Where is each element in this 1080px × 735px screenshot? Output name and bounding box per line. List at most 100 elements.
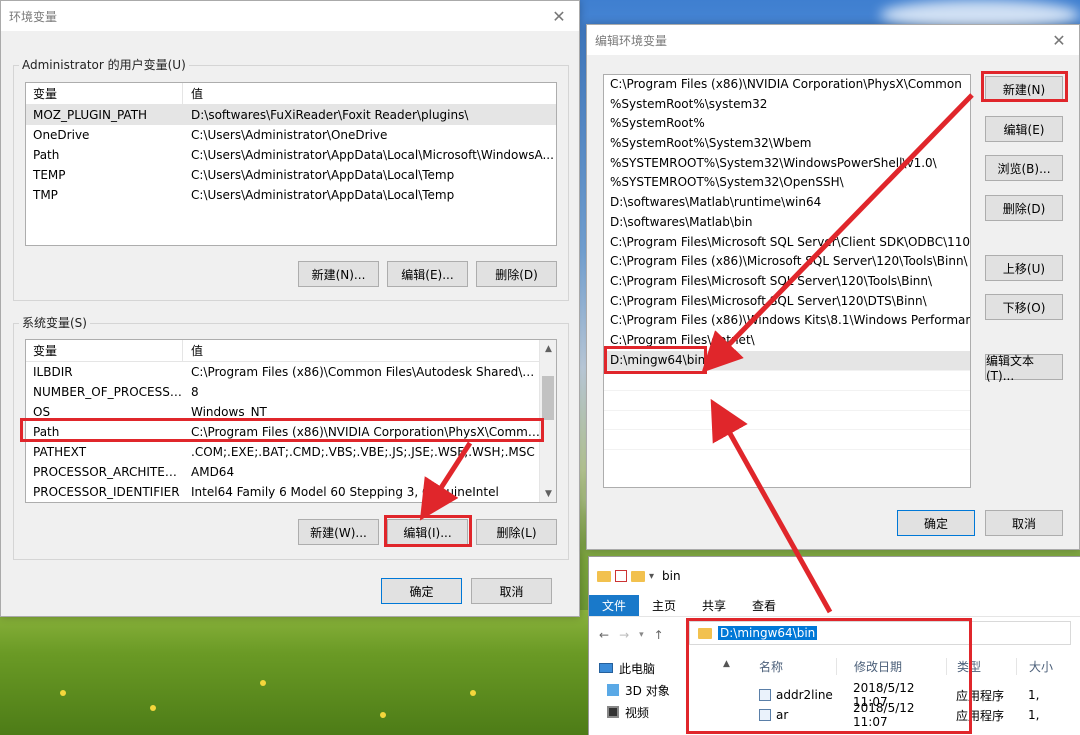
table-row[interactable]: PATHEXT .COM;.EXE;.BAT;.CMD;.VBS;.VBE;.J… (26, 442, 540, 462)
scrollbar-thumb[interactable] (542, 376, 554, 420)
path-entry[interactable]: C:\Program Files (x86)\NVIDIA Corporatio… (604, 75, 970, 95)
edit-text-button[interactable]: 编辑文本(T)... (985, 354, 1063, 383)
properties-icon[interactable] (615, 570, 627, 582)
table-row[interactable]: PROCESSOR_ARCHITECT... AMD64 (26, 462, 540, 482)
back-arrow-icon[interactable]: ← (599, 628, 609, 642)
file-size: 1, (1028, 708, 1040, 722)
system-new-button[interactable]: 新建(W)... (298, 519, 379, 545)
path-entry[interactable]: %SystemRoot%\system32 (604, 95, 970, 115)
variable-name: PROCESSOR_ARCHITECT... (33, 465, 183, 479)
move-down-button[interactable]: 下移(O) (985, 294, 1063, 320)
scroll-up-icon[interactable]: ▲ (540, 340, 556, 357)
variable-name: NUMBER_OF_PROCESSORS (33, 385, 183, 399)
nav-item-videos[interactable]: 视频 (599, 701, 709, 723)
recent-dropdown-icon[interactable]: ▾ (639, 630, 644, 640)
chevron-down-icon[interactable]: ▾ (649, 571, 654, 582)
path-entry[interactable]: D:\softwares\Matlab\runtime\win64 (604, 193, 970, 213)
path-entry[interactable]: %SystemRoot% (604, 114, 970, 134)
path-entry[interactable]: %SYSTEMROOT%\System32\WindowsPowerShell\… (604, 154, 970, 174)
file-date: 2018/5/12 11:07 (853, 701, 915, 729)
close-icon[interactable]: ✕ (1039, 31, 1079, 50)
path-entry[interactable]: %SYSTEMROOT%\System32\OpenSSH\ (604, 173, 970, 193)
up-arrow-icon[interactable]: ↑ (654, 628, 664, 642)
path-edit-button[interactable]: 编辑(E) (985, 116, 1063, 142)
path-entry[interactable]: C:\Program Files (x86)\Microsoft SQL Ser… (604, 252, 970, 272)
empty-row[interactable] (604, 429, 970, 449)
system-variables-label: 系统变量(S) (19, 314, 90, 331)
path-entry[interactable]: C:\Program Files (x86)\Windows Kits\8.1\… (604, 311, 970, 331)
env-cancel-button[interactable]: 取消 (471, 578, 552, 604)
tab-view[interactable]: 查看 (739, 595, 789, 616)
column-header-variable[interactable]: 变量 (26, 340, 183, 362)
user-new-button[interactable]: 新建(N)... (298, 261, 379, 287)
table-row[interactable]: OS Windows_NT (26, 402, 540, 422)
env-dialog-titlebar[interactable]: 环境变量 ✕ (1, 1, 579, 31)
path-entry[interactable]: C:\Program Files\Microsoft SQL Server\12… (604, 292, 970, 312)
variable-value: C:\Users\Administrator\AppData\Local\Tem… (191, 168, 455, 182)
table-row[interactable]: MOZ_PLUGIN_PATH D:\softwares\FuXiReader\… (26, 105, 556, 125)
tab-share[interactable]: 共享 (689, 595, 739, 616)
scroll-down-icon[interactable]: ▼ (540, 485, 556, 502)
edit-dialog-titlebar[interactable]: 编辑环境变量 ✕ (587, 25, 1079, 55)
system-edit-button[interactable]: 编辑(I)... (387, 519, 468, 545)
new-folder-icon[interactable] (631, 570, 645, 582)
tab-file[interactable]: 文件 (589, 595, 640, 616)
path-entries-list[interactable]: C:\Program Files (x86)\NVIDIA Corporatio… (603, 74, 971, 488)
table-row[interactable]: TMP C:\Users\Administrator\AppData\Local… (26, 185, 556, 205)
address-bar[interactable]: D:\mingw64\bin (689, 621, 1071, 645)
table-row[interactable]: NUMBER_OF_PROCESSORS 8 (26, 382, 540, 402)
variable-value: AMD64 (191, 465, 235, 479)
variable-name: Path (33, 148, 60, 162)
close-icon[interactable]: ✕ (539, 7, 579, 26)
vertical-scrollbar[interactable]: ▲ ▼ (539, 340, 556, 502)
column-header-variable[interactable]: 变量 (26, 83, 183, 105)
application-icon (759, 709, 771, 721)
system-delete-button[interactable]: 删除(L) (476, 519, 557, 545)
user-edit-button[interactable]: 编辑(E)... (387, 261, 468, 287)
system-variables-table[interactable]: 变量 值 ILBDIR C:\Program Files (x86)\Commo… (25, 339, 557, 503)
empty-row[interactable] (604, 409, 970, 430)
column-header-value[interactable]: 值 (183, 340, 540, 362)
path-delete-button[interactable]: 删除(D) (985, 195, 1063, 221)
variable-value: 8 (191, 385, 199, 399)
table-row[interactable]: Path C:\Program Files (x86)\NVIDIA Corpo… (26, 422, 540, 442)
tab-home[interactable]: 主页 (639, 595, 689, 616)
variable-value: D:\softwares\FuXiReader\Foxit Reader\plu… (191, 108, 469, 122)
nav-item-this-pc[interactable]: 此电脑 (599, 657, 709, 679)
path-entry[interactable]: C:\Program Files\Microsoft SQL Server\12… (604, 272, 970, 292)
env-ok-button[interactable]: 确定 (381, 578, 462, 604)
edit-ok-button[interactable]: 确定 (897, 510, 975, 536)
table-row[interactable]: ILBDIR C:\Program Files (x86)\Common Fil… (26, 362, 540, 382)
empty-row[interactable] (604, 449, 970, 469)
path-entry[interactable]: C:\Program Files\dotnet\ (604, 331, 970, 351)
table-row[interactable]: OneDrive C:\Users\Administrator\OneDrive (26, 125, 556, 145)
path-entry[interactable]: D:\softwares\Matlab\bin (604, 213, 970, 233)
explorer-titlebar[interactable]: ▾ bin (589, 557, 1080, 595)
table-row[interactable]: PROCESSOR_IDENTIFIER Intel64 Family 6 Mo… (26, 482, 540, 502)
file-type: 应用程序 (956, 708, 1005, 723)
forward-arrow-icon[interactable]: → (619, 628, 629, 642)
user-delete-button[interactable]: 删除(D) (476, 261, 557, 287)
table-row[interactable]: Path C:\Users\Administrator\AppData\Loca… (26, 145, 556, 165)
edit-cancel-button[interactable]: 取消 (985, 510, 1063, 536)
path-entry-selected[interactable]: D:\mingw64\bin (604, 350, 970, 371)
column-header-name[interactable]: 名称 (719, 658, 836, 675)
empty-row[interactable] (604, 370, 970, 390)
path-browse-button[interactable]: 浏览(B)... (985, 155, 1063, 181)
column-header-date[interactable]: 修改日期 (836, 657, 946, 675)
empty-row[interactable] (604, 390, 970, 410)
path-entry[interactable]: C:\Program Files\Microsoft SQL Server\Cl… (604, 233, 970, 253)
user-variables-table[interactable]: 变量 值 MOZ_PLUGIN_PATH D:\softwares\FuXiRe… (25, 82, 557, 246)
column-header-value[interactable]: 值 (183, 83, 556, 105)
column-header-size[interactable]: 大小 (1016, 657, 1066, 675)
move-up-button[interactable]: 上移(U) (985, 255, 1063, 281)
address-text[interactable]: D:\mingw64\bin (718, 626, 818, 640)
column-header-type[interactable]: 类型 (946, 657, 1016, 675)
nav-item-3d-objects[interactable]: 3D 对象 (599, 679, 709, 701)
table-row[interactable]: TEMP C:\Users\Administrator\AppData\Loca… (26, 165, 556, 185)
file-row[interactable]: ar 2018/5/12 11:07 应用程序 1, (719, 701, 1080, 729)
variable-name: TMP (33, 188, 58, 202)
path-new-button[interactable]: 新建(N) (985, 76, 1063, 102)
wallpaper-flower (470, 690, 476, 696)
path-entry[interactable]: %SystemRoot%\System32\Wbem (604, 134, 970, 154)
